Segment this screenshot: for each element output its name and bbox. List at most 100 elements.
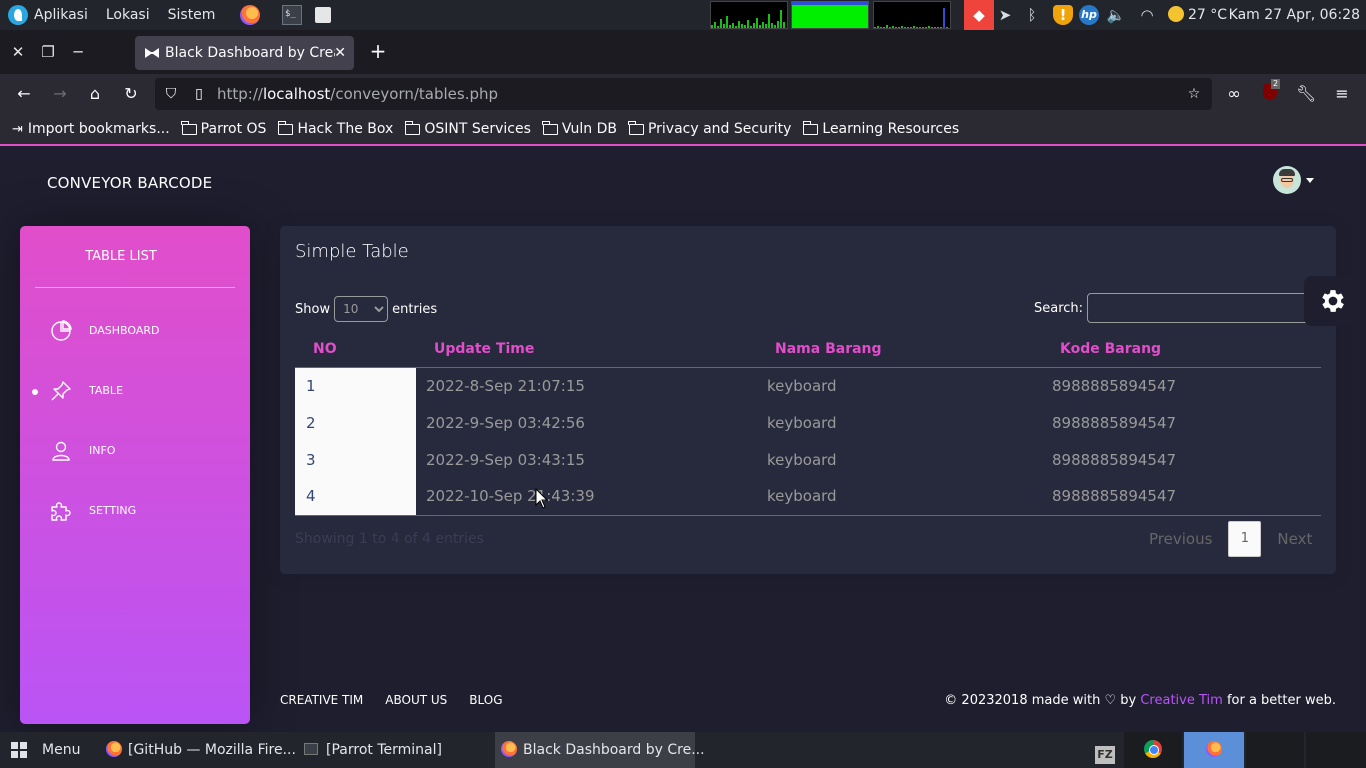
pagination-previous[interactable]: Previous — [1139, 530, 1222, 548]
workspace-3[interactable] — [1306, 732, 1366, 768]
footer-link-blog[interactable]: BLOG — [469, 693, 502, 707]
bluetooth-icon[interactable]: ᛒ — [1022, 5, 1042, 25]
bookmark-import[interactable]: ⇥ Import bookmarks... — [12, 121, 170, 137]
sidebar-item-table[interactable]: TABLE — [20, 372, 250, 412]
window-restore-icon[interactable]: ❐ — [38, 42, 58, 62]
entries-length-select[interactable]: 10 — [334, 296, 389, 322]
firefox-launcher-icon[interactable] — [240, 5, 260, 25]
filezilla-icon[interactable]: FZ — [1093, 732, 1121, 768]
new-tab-icon[interactable]: + — [367, 40, 389, 62]
bookmark-star-icon[interactable]: ☆ — [1184, 84, 1204, 104]
home-icon[interactable]: ⌂ — [85, 84, 105, 104]
sidebar-item-label: TABLE — [89, 384, 124, 397]
volume-icon[interactable]: 🔈 — [1106, 5, 1126, 25]
bookmark-folder[interactable]: OSINT Services — [404, 120, 531, 137]
sidebar-logo[interactable]: TABLE LIST — [20, 249, 222, 264]
firefox-icon — [501, 741, 517, 757]
back-icon[interactable]: ← — [14, 84, 34, 104]
system-menu[interactable]: Sistem — [168, 7, 216, 23]
window-close-icon[interactable]: ✕ — [8, 42, 28, 62]
url-text[interactable]: http://localhost/conveyorn/tables.php — [217, 78, 498, 110]
table-row: 4 2022-10-Sep 21:43:39 keyboard 89888858945… — [295, 478, 1321, 516]
column-header[interactable]: Nama Barang — [757, 332, 1042, 368]
bookmark-folder[interactable]: Hack The Box — [277, 120, 393, 137]
bookmark-label: Import bookmarks... — [27, 121, 170, 137]
url-bar[interactable]: ⛉ ▯ http://localhost/conveyorn/tables.ph… — [155, 78, 1212, 110]
table-cell: 3 — [295, 441, 416, 478]
url-path: /conveyorn/tables.php — [330, 85, 499, 103]
sidebar-item-info[interactable]: INFO — [20, 432, 250, 472]
pagination: Previous 1 Next — [1139, 521, 1322, 557]
folder-icon — [628, 120, 644, 135]
pagination-next[interactable]: Next — [1267, 530, 1322, 548]
hp-printer-icon[interactable]: hp — [1079, 5, 1099, 25]
footer-link-about-us[interactable]: ABOUT US — [385, 693, 447, 707]
table-cell: keyboard — [767, 450, 837, 469]
table-cell: 2022-9-Sep 03:42:56 — [426, 413, 585, 432]
terminal-launcher-icon[interactable]: $_ — [282, 5, 302, 25]
tab-close-icon[interactable]: ✕ — [334, 36, 346, 70]
taskbar-window-label: Black Dashboard by Cre... — [523, 742, 705, 758]
table-cell: 8988885894547 — [1052, 450, 1177, 469]
column-header[interactable]: Update Time — [416, 332, 757, 368]
bookmark-folder[interactable]: Learning Resources — [802, 120, 959, 137]
private-mask-icon[interactable]: ∞ — [1224, 84, 1244, 104]
heart-icon: ♡ — [1104, 693, 1117, 708]
table-cell: keyboard — [767, 413, 837, 432]
start-menu-button[interactable]: Menu — [0, 732, 90, 768]
table-header-row: NO Update Time Nama Barang Kode Barang — [295, 332, 1321, 368]
system-bottom-panel: Menu [GitHub — Mozilla Fire... [Parrot Te… — [0, 732, 1366, 768]
sidebar-item-dashboard[interactable]: DASHBOARD — [20, 312, 250, 352]
anydesk-icon[interactable]: ◆ — [964, 0, 994, 30]
parrot-logo-icon[interactable] — [8, 5, 28, 25]
system-top-panel: Aplikasi Lokasi Sistem $_ ◆ ➤ ᛒ ! hp 🔈 ◠… — [0, 0, 1366, 30]
search-label: Search: — [1034, 300, 1084, 316]
footer-link-creative-tim[interactable]: CREATIVE TIM — [280, 693, 363, 707]
table-info: Showing 1 to 4 of 4 entries — [295, 531, 484, 547]
reload-icon[interactable]: ↻ — [121, 84, 141, 104]
window-minimize-icon[interactable]: ─ — [68, 42, 88, 62]
creative-tim-link[interactable]: Creative Tim — [1140, 693, 1222, 708]
clock[interactable]: Kam 27 Apr, 06:28 — [1229, 0, 1360, 30]
chrome-taskbar-icon[interactable] — [1124, 732, 1182, 768]
entries-length-control: Show 10 entries — [295, 296, 437, 322]
bookmark-folder[interactable]: Vuln DB — [542, 120, 617, 137]
ublock-icon[interactable]: 2 — [1260, 79, 1281, 104]
bookmark-folder[interactable]: Privacy and Security — [628, 120, 791, 137]
pagination-page-1[interactable]: 1 — [1228, 521, 1262, 557]
forward-icon[interactable]: → — [50, 84, 70, 104]
taskbar-window[interactable]: Black Dashboard by Cre... — [495, 732, 705, 768]
taskbar-window[interactable]: [GitHub — Mozilla Fire... — [100, 732, 296, 768]
bookmark-folder[interactable]: Parrot OS — [181, 120, 266, 137]
browser-tab-active[interactable]: Black Dashboard by Creative Tim ✕ — [135, 36, 354, 70]
workspace-2[interactable] — [1246, 732, 1304, 768]
notes-launcher-icon[interactable] — [315, 7, 331, 23]
navbar-brand[interactable]: CONVEYOR BARCODE — [47, 174, 212, 192]
search-input[interactable] — [1087, 293, 1326, 323]
places-menu[interactable]: Lokasi — [106, 7, 150, 23]
folder-icon — [802, 120, 819, 135]
page-info-icon[interactable]: ▯ — [189, 84, 209, 104]
developer-wrench-icon[interactable]: 🔧︎ — [1296, 84, 1316, 104]
browser-nav-bar: ← → ⌂ ↻ ⛉ ▯ http://localhost/conveyorn/t… — [0, 74, 1366, 114]
taskbar-window[interactable]: [Parrot Terminal] — [298, 732, 488, 768]
tracking-protection-shield-icon[interactable]: ⛉ — [161, 84, 181, 104]
weather-widget[interactable]: 27 °C — [1168, 0, 1227, 30]
app-menu-hamburger-icon[interactable]: ≡ — [1332, 84, 1352, 104]
telegram-icon[interactable]: ➤ — [995, 5, 1015, 25]
sidebar-item-setting[interactable]: SETTING — [20, 492, 250, 532]
avatar-dropdown-caret-icon[interactable] — [1306, 178, 1314, 183]
user-avatar[interactable] — [1273, 166, 1301, 194]
fixed-plugin-settings[interactable] — [1304, 276, 1366, 326]
import-icon: ⇥ — [12, 121, 23, 137]
wifi-icon[interactable]: ◠ — [1137, 5, 1157, 25]
update-shield-icon[interactable]: ! — [1053, 5, 1073, 25]
firefox-icon — [106, 741, 122, 757]
column-header[interactable]: Kode Barang — [1042, 332, 1321, 368]
firefox-taskbar-icon[interactable] — [1184, 732, 1244, 768]
show-label: Show — [295, 301, 331, 317]
terminal-icon — [304, 743, 318, 755]
pin-icon — [50, 380, 72, 402]
applications-menu[interactable]: Aplikasi — [34, 7, 88, 23]
column-header[interactable]: NO — [295, 332, 416, 368]
